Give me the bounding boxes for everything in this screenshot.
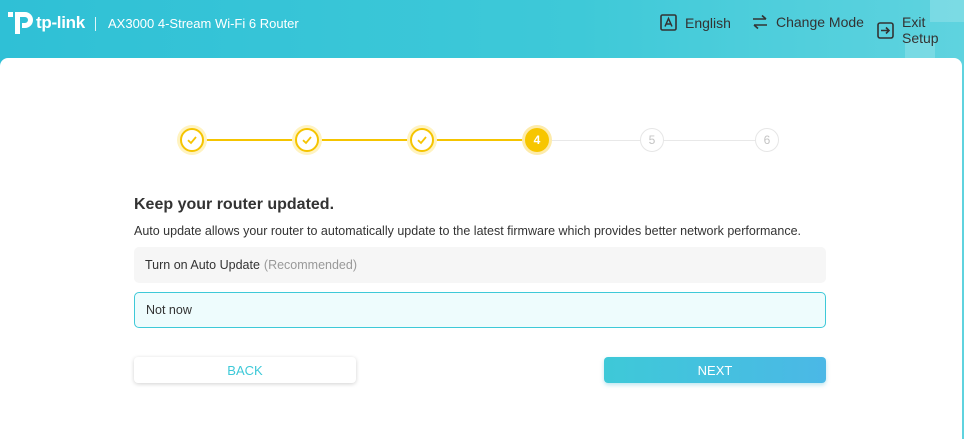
page-description: Auto update allows your router to automa… (134, 224, 802, 238)
language-icon (660, 14, 677, 31)
step-6: 6 (755, 128, 779, 152)
not-now-option[interactable]: Not now (134, 292, 826, 328)
swap-arrows-icon (752, 14, 768, 30)
language-label: English (685, 14, 731, 31)
check-icon (302, 136, 312, 145)
exit-setup-button[interactable]: Exit Setup (877, 14, 964, 46)
logo-text: tp-link (36, 13, 85, 32)
change-mode-label: Change Mode (776, 14, 864, 30)
exit-icon (877, 21, 894, 39)
step-4: 4 (525, 128, 549, 152)
step-3 (410, 128, 434, 152)
page-title: Keep your router updated. (134, 196, 335, 213)
stepper-track-complete (192, 139, 537, 141)
exit-setup-label: Exit Setup (902, 14, 939, 46)
auto-update-option[interactable]: Turn on Auto Update (Recommended) (134, 247, 826, 283)
step-2 (295, 128, 319, 152)
next-button[interactable]: NEXT (604, 357, 826, 383)
recommended-note: (Recommended) (263, 258, 357, 272)
setup-card: 4 5 6 Keep your router updated. Auto upd… (0, 58, 962, 439)
progress-stepper: 4 5 6 (0, 58, 962, 178)
back-button[interactable]: BACK (134, 357, 356, 383)
app-header: tp-link AX3000 4-Stream Wi-Fi 6 Router E… (0, 0, 964, 58)
not-now-label: Not now (146, 303, 192, 317)
change-mode-button[interactable]: Change Mode (752, 14, 864, 30)
product-name: AX3000 4-Stream Wi-Fi 6 Router (108, 16, 299, 31)
step-5: 5 (640, 128, 664, 152)
language-button[interactable]: English (660, 14, 731, 31)
check-icon (417, 136, 427, 145)
header-divider (95, 17, 96, 31)
check-icon (187, 136, 197, 145)
auto-update-label: Turn on Auto Update (145, 258, 260, 272)
tp-link-logo[interactable]: tp-link (6, 8, 85, 38)
step-1 (180, 128, 204, 152)
tp-link-logo-mark (8, 12, 33, 34)
